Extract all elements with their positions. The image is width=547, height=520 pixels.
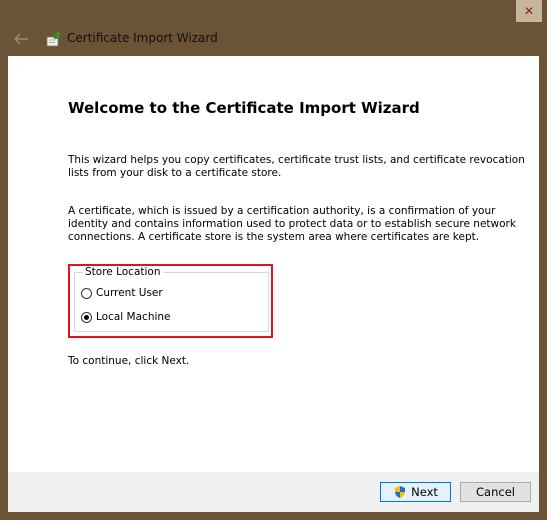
next-button-label: Next <box>411 485 438 499</box>
highlight-box <box>68 264 273 338</box>
description-text: A certificate, which is issued by a cert… <box>68 205 516 243</box>
close-button[interactable]: ✕ <box>516 0 542 22</box>
title-bar: Certificate Import Wizard <box>0 22 547 56</box>
window-title: Certificate Import Wizard <box>67 31 218 45</box>
uac-shield-icon <box>395 486 406 498</box>
next-button[interactable]: Next <box>380 482 451 502</box>
window-frame: ✕ Certificate Import Wizard Welcome to t… <box>0 0 547 520</box>
button-bar: Next Cancel <box>8 472 539 512</box>
cancel-button-label: Cancel <box>476 485 515 499</box>
back-arrow-icon[interactable] <box>12 31 32 47</box>
cancel-button[interactable]: Cancel <box>460 482 531 502</box>
close-icon: ✕ <box>523 4 535 18</box>
page-title: Welcome to the Certificate Import Wizard <box>68 99 420 117</box>
certificate-icon <box>46 31 61 47</box>
wizard-content: Welcome to the Certificate Import Wizard… <box>8 56 539 472</box>
continue-instruction: To continue, click Next. <box>68 355 190 367</box>
intro-text: This wizard helps you copy certificates,… <box>68 154 525 179</box>
